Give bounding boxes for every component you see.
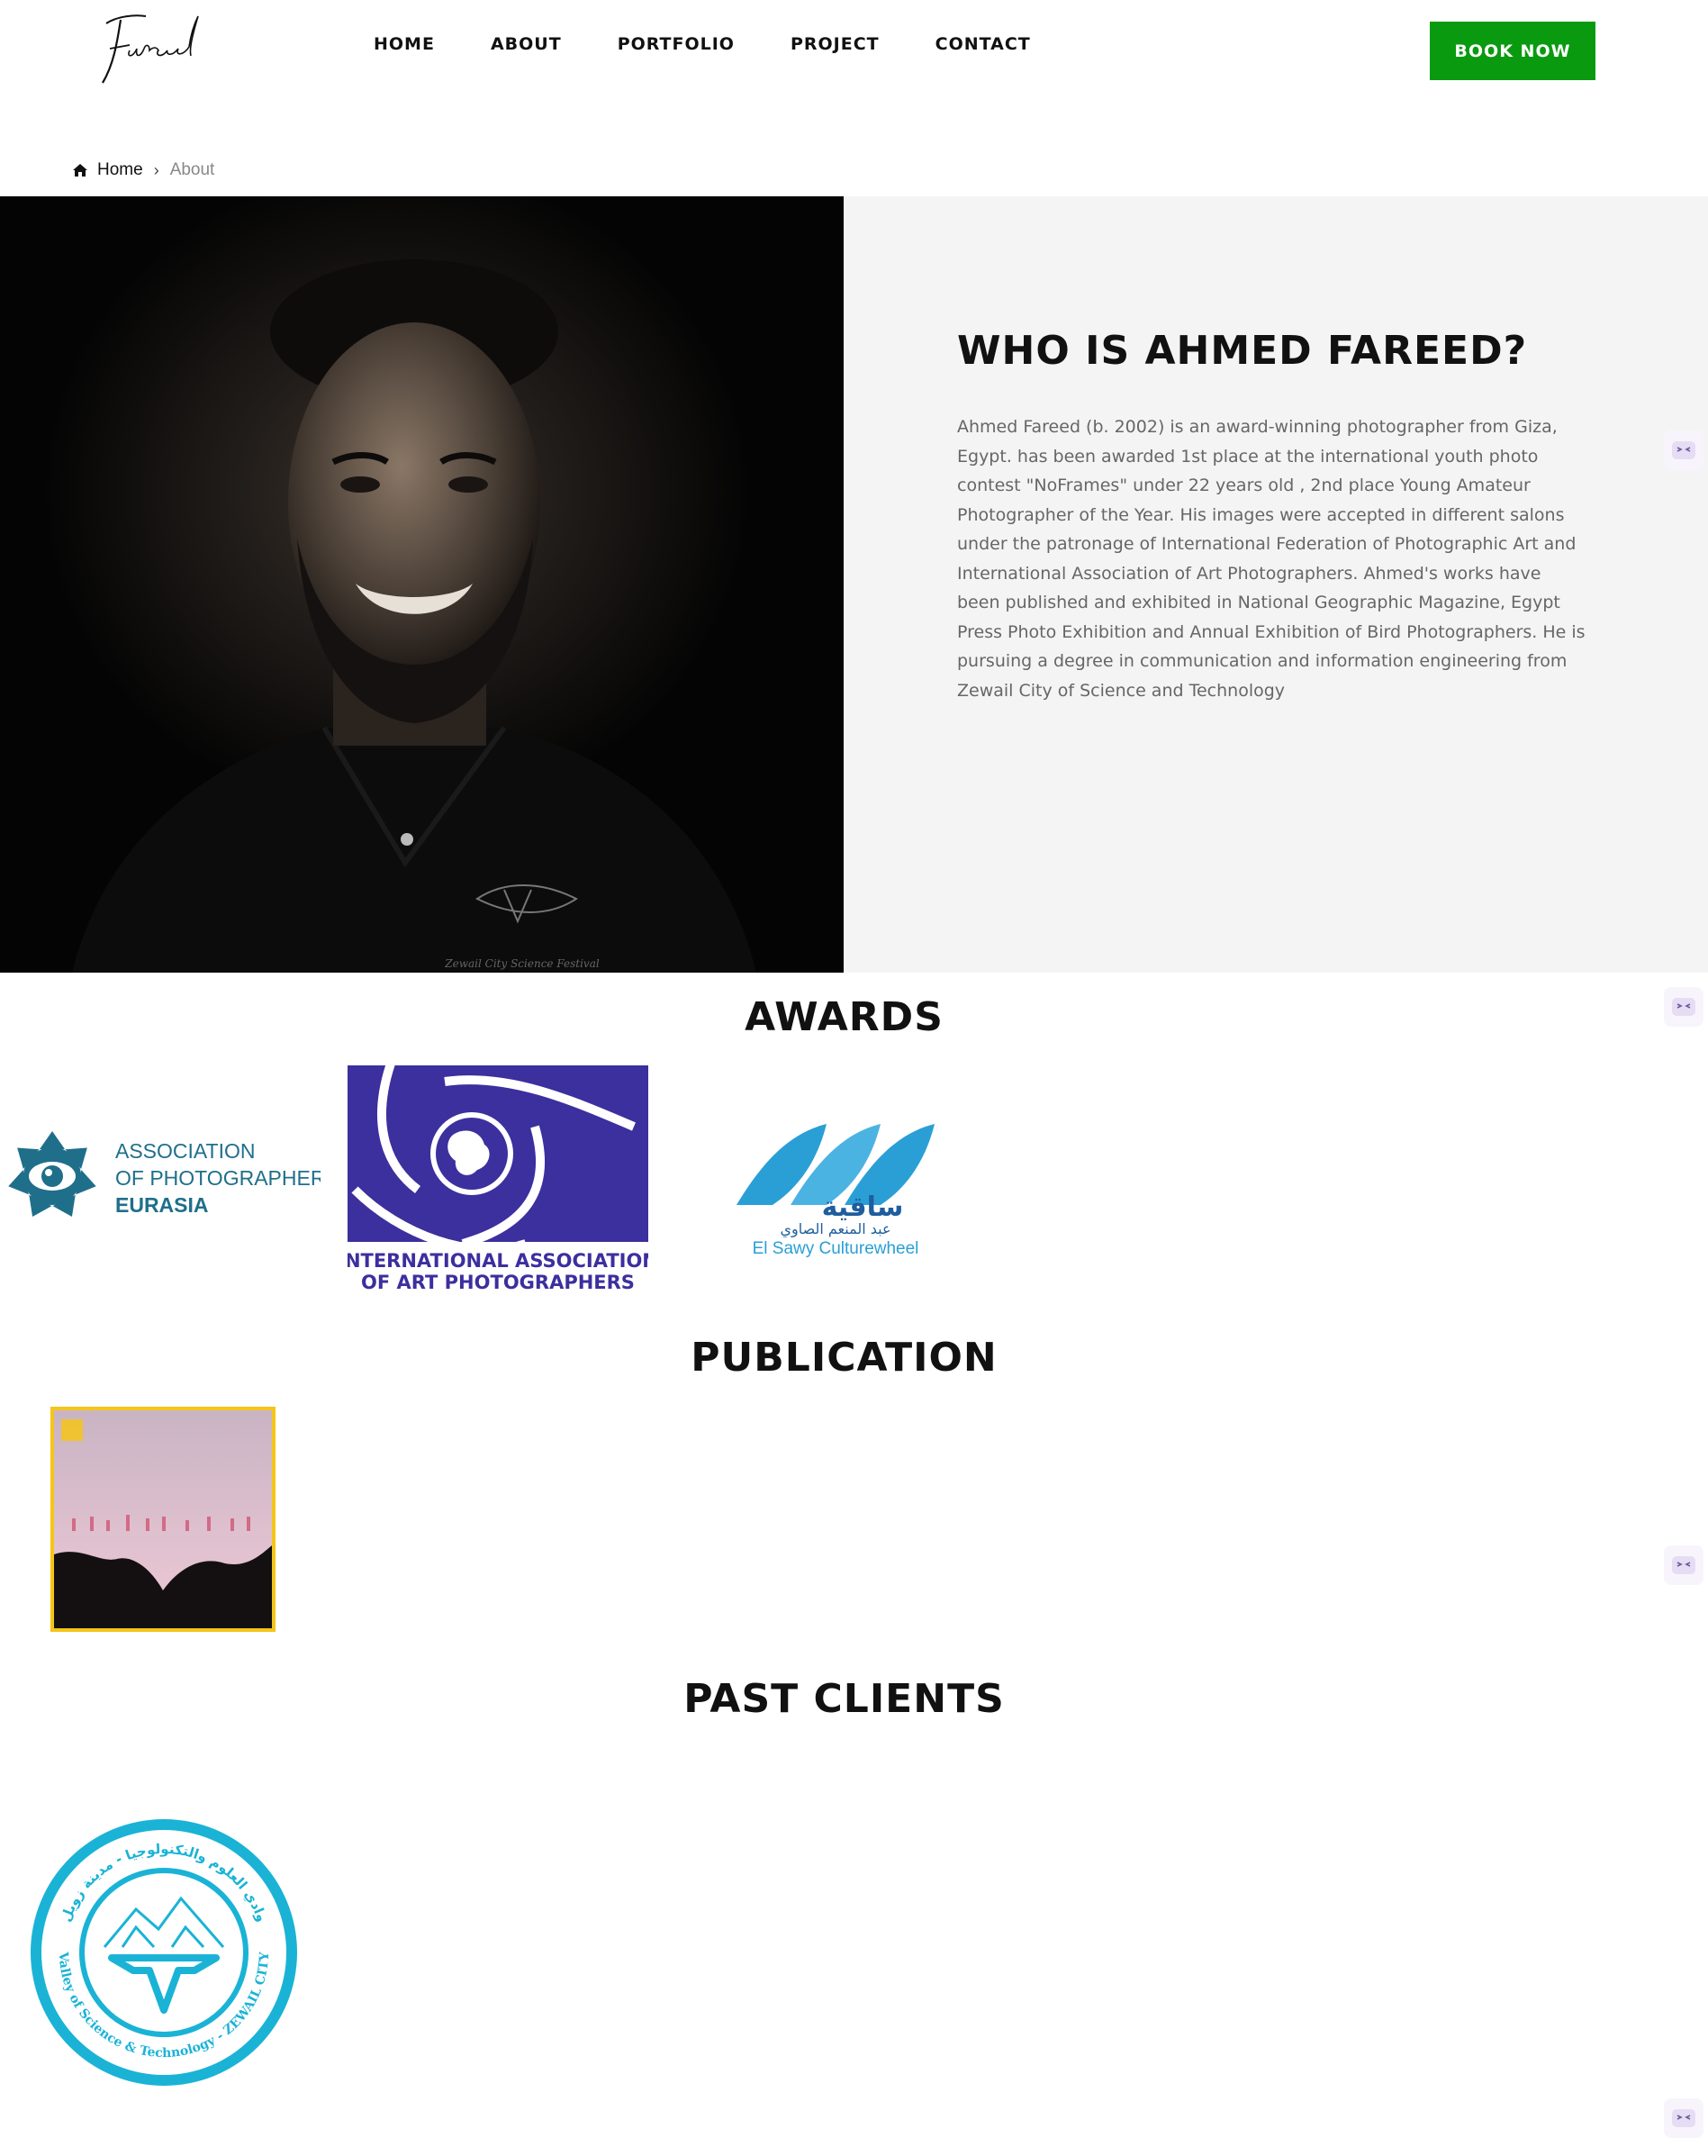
nav-contact[interactable]: CONTACT	[935, 32, 1031, 56]
side-widget-2[interactable]	[1664, 987, 1703, 1027]
iaap-line2: OF ART PHOTOGRAPHERS	[361, 1272, 635, 1293]
mascot-icon	[1672, 998, 1695, 1016]
about-panel: WHO IS AHMED FAREED? Ahmed Fareed (b. 20…	[844, 196, 1708, 973]
mascot-icon	[1672, 441, 1695, 459]
publication-cover[interactable]	[50, 1407, 276, 1632]
nav-about[interactable]: ABOUT	[491, 32, 562, 56]
el-sawy-arabic-title: ساقية	[822, 1191, 904, 1223]
eurasia-line3: EURASIA	[115, 1193, 209, 1217]
breadcrumb-separator: ›	[153, 160, 159, 179]
nav-project[interactable]: PROJECT	[791, 32, 880, 56]
home-icon	[73, 164, 87, 177]
mascot-icon	[1672, 2109, 1695, 2127]
client-logo-zewail-city: وادي العلوم والتكنولوجيا - مدينة زويل Va…	[23, 1812, 304, 2093]
publication-heading: PUBLICATION	[691, 1335, 998, 1381]
mascot-icon	[1672, 1556, 1695, 1574]
eurasia-line1: ASSOCIATION	[115, 1139, 256, 1163]
awards-heading: AWARDS	[745, 994, 944, 1040]
el-sawy-arabic-subtitle: عبد المنعم الصاوي	[780, 1220, 890, 1238]
past-clients-heading: PAST CLIENTS	[683, 1676, 1005, 1722]
portrait-photo: Zewail City Science Festival	[0, 196, 844, 973]
fareed-signature-logo	[102, 14, 199, 84]
eurasia-line2: OF PHOTOGRAPHERS	[115, 1166, 321, 1190]
award-logo-iaap: INTERNATIONAL ASSOCIATION OF ART PHOTOGR…	[348, 1065, 648, 1300]
shirt-emblem-caption: Zewail City Science Festival	[444, 957, 600, 970]
award-logo-eurasia: ASSOCIATION OF PHOTOGRAPHERS EURASIA	[5, 1126, 321, 1225]
about-heading: WHO IS AHMED FAREED?	[957, 328, 1528, 374]
about-bio: Ahmed Fareed (b. 2002) is an award-winni…	[957, 417, 1586, 701]
breadcrumb-current: About	[169, 160, 215, 179]
el-sawy-latin: El Sawy Culturewheel	[753, 1239, 919, 1258]
award-logo-el-sawy: ساقية عبد المنعم الصاوي El Sawy Culturew…	[727, 1106, 944, 1259]
breadcrumb-home-link[interactable]: Home	[97, 160, 143, 180]
site-logo[interactable]	[90, 7, 207, 88]
main-nav: HOME ABOUT PORTFOLIO PROJECT CONTACT	[374, 32, 1087, 56]
nav-home[interactable]: HOME	[374, 32, 435, 56]
side-widget-4[interactable]	[1664, 2098, 1703, 2138]
breadcrumb: Home › About	[72, 160, 214, 180]
iaap-line1: INTERNATIONAL ASSOCIATION	[348, 1250, 648, 1272]
side-widget-3[interactable]	[1664, 1545, 1703, 1585]
book-now-button[interactable]: BOOK NOW	[1430, 22, 1595, 80]
nav-portfolio[interactable]: PORTFOLIO	[618, 32, 735, 56]
side-widget-1[interactable]	[1664, 430, 1703, 470]
